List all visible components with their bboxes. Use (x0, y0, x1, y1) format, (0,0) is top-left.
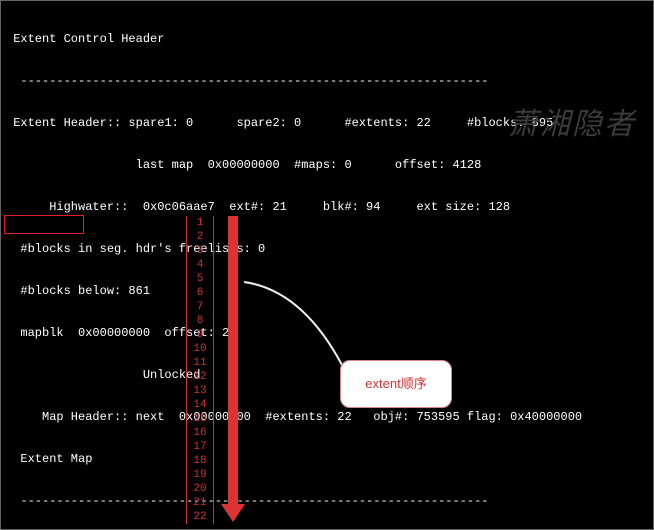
divider: ----------------------------------------… (6, 74, 648, 88)
sequence-number-column: 12345678910111213141516171819202122 (186, 216, 214, 524)
sequence-number: 18 (187, 454, 213, 468)
callout-box: extent顺序 (340, 360, 452, 408)
hdr-line: Extent Map (6, 452, 648, 466)
sequence-number: 21 (187, 496, 213, 510)
divider: ----------------------------------------… (6, 494, 648, 508)
sequence-number: 9 (187, 328, 213, 342)
hdr-line: last map 0x00000000 #maps: 0 offset: 412… (6, 158, 648, 172)
hdr-line: #blocks in seg. hdr's freelists: 0 (6, 242, 648, 256)
hdr-line: mapblk 0x00000000 offset: 21 (6, 326, 648, 340)
section-title: Extent Control Header (6, 32, 648, 46)
sequence-number: 22 (187, 510, 213, 524)
hdr-line: Highwater:: 0x0c06aae7 ext#: 21 blk#: 94… (6, 200, 648, 214)
sequence-number: 14 (187, 398, 213, 412)
hdr-line: Extent Header:: spare1: 0 spare2: 0 #ext… (6, 116, 648, 130)
hdr-line: #blocks below: 861 (6, 284, 648, 298)
callout-label: extent顺序 (365, 377, 426, 391)
sequence-number: 8 (187, 314, 213, 328)
hdr-line: Unlocked (6, 368, 648, 382)
sequence-number: 12 (187, 370, 213, 384)
sequence-number: 20 (187, 482, 213, 496)
sequence-number: 15 (187, 412, 213, 426)
sequence-number: 17 (187, 440, 213, 454)
sequence-number: 19 (187, 468, 213, 482)
sequence-number: 10 (187, 342, 213, 356)
sequence-number: 7 (187, 300, 213, 314)
sequence-number: 3 (187, 244, 213, 258)
sequence-number: 2 (187, 230, 213, 244)
terminal-output: Extent Control Header ------------------… (0, 0, 654, 530)
sequence-number: 11 (187, 356, 213, 370)
down-arrow-icon (224, 216, 242, 522)
sequence-number: 13 (187, 384, 213, 398)
sequence-number: 5 (187, 272, 213, 286)
sequence-number: 6 (187, 286, 213, 300)
sequence-number: 1 (187, 216, 213, 230)
sequence-number: 4 (187, 258, 213, 272)
sequence-number: 16 (187, 426, 213, 440)
hdr-line: Map Header:: next 0x00000000 #extents: 2… (6, 410, 648, 424)
